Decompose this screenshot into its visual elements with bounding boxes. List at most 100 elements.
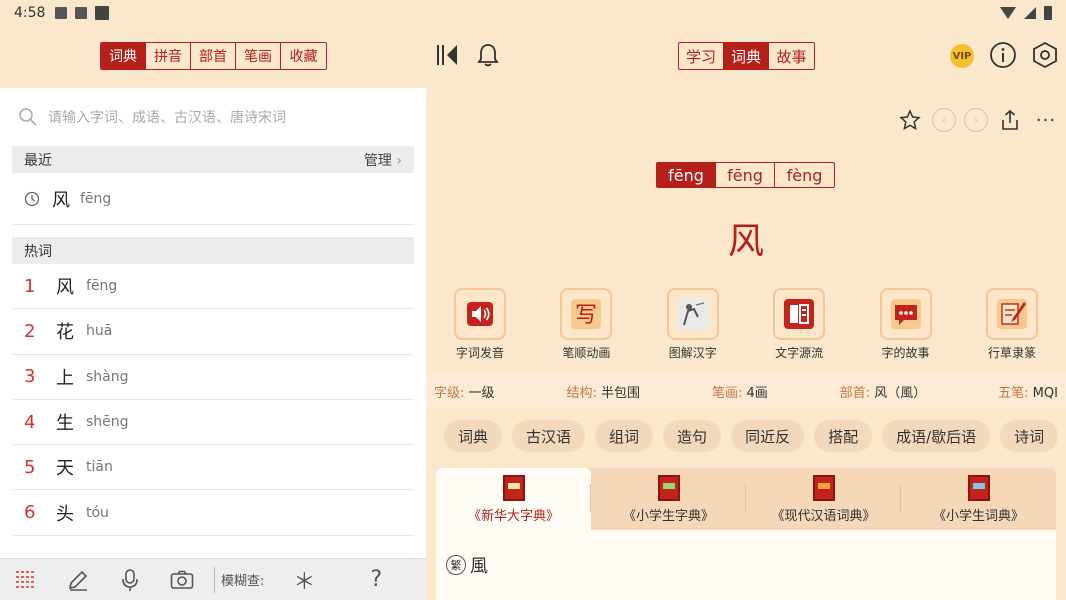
list-item[interactable]: 6 头 tóu	[12, 490, 414, 536]
pencil-button[interactable]	[52, 559, 104, 600]
feature-pronunciation[interactable]: 字词发音	[436, 288, 524, 361]
list-item[interactable]: 5 天 tiān	[12, 445, 414, 491]
tab-bihua[interactable]: 笔画	[236, 43, 281, 69]
book-label: 《小学生字典》	[622, 508, 714, 524]
recent-title: 最近	[24, 152, 52, 169]
manage-button[interactable]: 管理 ›	[364, 150, 402, 170]
feature-origin[interactable]: 文字源流	[755, 288, 843, 361]
tab-classical[interactable]: 古汉语	[512, 420, 586, 452]
star-icon[interactable]	[896, 106, 924, 134]
prop-radical: 部首: 风（風）	[839, 385, 927, 401]
microphone-icon	[122, 568, 138, 591]
list-item[interactable]: 3 上 shàng	[12, 355, 414, 400]
chevron-left-icon[interactable]: ‹	[932, 108, 956, 132]
tab-cidian-main[interactable]: 词典	[724, 43, 769, 69]
pinyin-option[interactable]: fèng	[775, 163, 834, 187]
feature-label: 字的故事	[881, 346, 930, 360]
hot-pinyin: huā	[86, 323, 113, 340]
list-item[interactable]: 4 生 shēng	[12, 400, 414, 446]
book-tab-pupil-word[interactable]: 《小学生词典》	[901, 468, 1056, 530]
vip-badge[interactable]: VIP	[950, 44, 974, 68]
pinyin-option[interactable]: fēng	[657, 163, 716, 187]
story-icon	[879, 288, 932, 340]
tab-sentences[interactable]: 造句	[663, 420, 722, 452]
search-box[interactable]: 请输入字词、成语、古汉语、唐诗宋词	[0, 88, 426, 146]
traditional-form: 繁 風	[446, 552, 1046, 578]
tab-gushi[interactable]: 故事	[769, 43, 814, 69]
collapse-panel-icon[interactable]	[433, 40, 461, 70]
hot-char: 生	[56, 413, 74, 435]
search-input[interactable]: 请输入字词、成语、古汉语、唐诗宋词	[48, 107, 286, 127]
book-label: 《现代汉语词典》	[771, 508, 876, 524]
feature-illustrated[interactable]: 图解汉字	[649, 288, 737, 361]
book-label: 《小学生词典》	[932, 508, 1024, 524]
rank-number: 5	[24, 456, 36, 478]
feature-story[interactable]: 字的故事	[862, 288, 950, 361]
tab-poetry[interactable]: 诗词	[1000, 420, 1059, 452]
book-tab-pupil-char[interactable]: 《小学生字典》	[591, 468, 746, 530]
mid-mode-tabs: 学习 词典 故事	[678, 42, 815, 70]
book-cover-icon	[812, 474, 835, 501]
tab-synonyms[interactable]: 同近反	[731, 420, 805, 452]
chevron-right-icon[interactable]: ›	[964, 108, 988, 132]
tab-pinyin[interactable]: 拼音	[146, 43, 191, 69]
input-toolbar: 模糊查: ＊ ?	[0, 558, 426, 600]
svg-text:写: 写	[575, 303, 597, 328]
pinyin-option[interactable]: fēng	[716, 163, 775, 187]
pinyin-selector: fēng fēng fèng	[656, 162, 835, 188]
search-icon	[19, 108, 37, 126]
prop-level: 字级: 一级	[434, 385, 495, 401]
tab-words[interactable]: 组词	[595, 420, 654, 452]
dictionary-source-tabs: 《新华大字典》 《小学生字典》 《现代汉语词典》 《小学生词典》	[436, 468, 1056, 530]
tab-cidian[interactable]: 词典	[101, 43, 146, 69]
left-mode-tabs: 词典 拼音 部首 笔画 收藏	[100, 42, 327, 70]
list-item[interactable]: 2 花 huā	[12, 309, 414, 355]
feature-label: 文字源流	[775, 346, 824, 360]
entry-character: 风	[727, 221, 764, 262]
square-notification-icon	[95, 6, 110, 20]
tab-dictionary[interactable]: 词典	[444, 420, 503, 452]
settings-icon[interactable]	[1031, 40, 1059, 70]
book-tab-xinhua[interactable]: 《新华大字典》	[436, 468, 591, 530]
hot-pinyin: tiān	[86, 459, 113, 476]
handwriting-grid-button[interactable]	[0, 559, 52, 600]
share-icon[interactable]	[996, 106, 1024, 134]
wildcard-star-button[interactable]: ＊	[278, 559, 330, 600]
recent-item[interactable]: 风 fēng	[12, 173, 414, 225]
truncated-text-line	[446, 594, 866, 600]
photo-notification-icon	[55, 7, 68, 19]
feature-grid: 字词发音 写 笔顺动画 图解汉字 文字源流 字的故事 行草隶篆	[436, 288, 1056, 361]
battery-icon	[1044, 6, 1052, 20]
feature-label: 笔顺动画	[562, 346, 611, 360]
hot-title: 热词	[24, 243, 52, 260]
list-item[interactable]: 1 风 fēng	[12, 264, 414, 310]
book-tab-modern[interactable]: 《现代汉语词典》	[746, 468, 901, 530]
hot-header: 热词	[12, 237, 414, 264]
entry-panel: ‹ › ··· fēng fēng fèng 风 字词发音 写 笔顺动画 图解汉…	[426, 88, 1066, 600]
tab-collocation[interactable]: 搭配	[814, 420, 873, 452]
traditional-char: 風	[470, 556, 488, 577]
tab-xuexi[interactable]: 学习	[679, 43, 724, 69]
feature-label: 字词发音	[455, 346, 504, 360]
entry-toolbar: ‹ › ···	[896, 106, 1066, 134]
content-tabs: 词典 古汉语 组词 造句 同近反 搭配 成语/歇后语 诗词	[444, 420, 1059, 452]
wildcard-question-button[interactable]: ?	[350, 559, 402, 600]
info-icon[interactable]	[989, 40, 1017, 70]
camera-button[interactable]	[156, 559, 208, 600]
hot-pinyin: tóu	[86, 504, 109, 521]
feature-stroke-animation[interactable]: 写 笔顺动画	[542, 288, 630, 361]
bell-icon[interactable]	[474, 40, 502, 70]
status-time: 4:58	[14, 5, 46, 21]
rank-number: 2	[24, 320, 36, 342]
tab-shoucang[interactable]: 收藏	[281, 43, 326, 69]
hot-pinyin: shàng	[86, 368, 129, 385]
speaker-icon	[454, 288, 506, 340]
more-icon[interactable]: ···	[1032, 106, 1060, 134]
rank-number: 4	[24, 411, 36, 433]
tab-idioms[interactable]: 成语/歇后语	[882, 420, 991, 452]
voice-button[interactable]	[104, 559, 156, 600]
feature-label: 行草隶篆	[987, 346, 1036, 360]
tab-bushou[interactable]: 部首	[191, 43, 236, 69]
feature-calligraphy[interactable]: 行草隶篆	[968, 288, 1056, 361]
camera-icon	[170, 570, 194, 589]
